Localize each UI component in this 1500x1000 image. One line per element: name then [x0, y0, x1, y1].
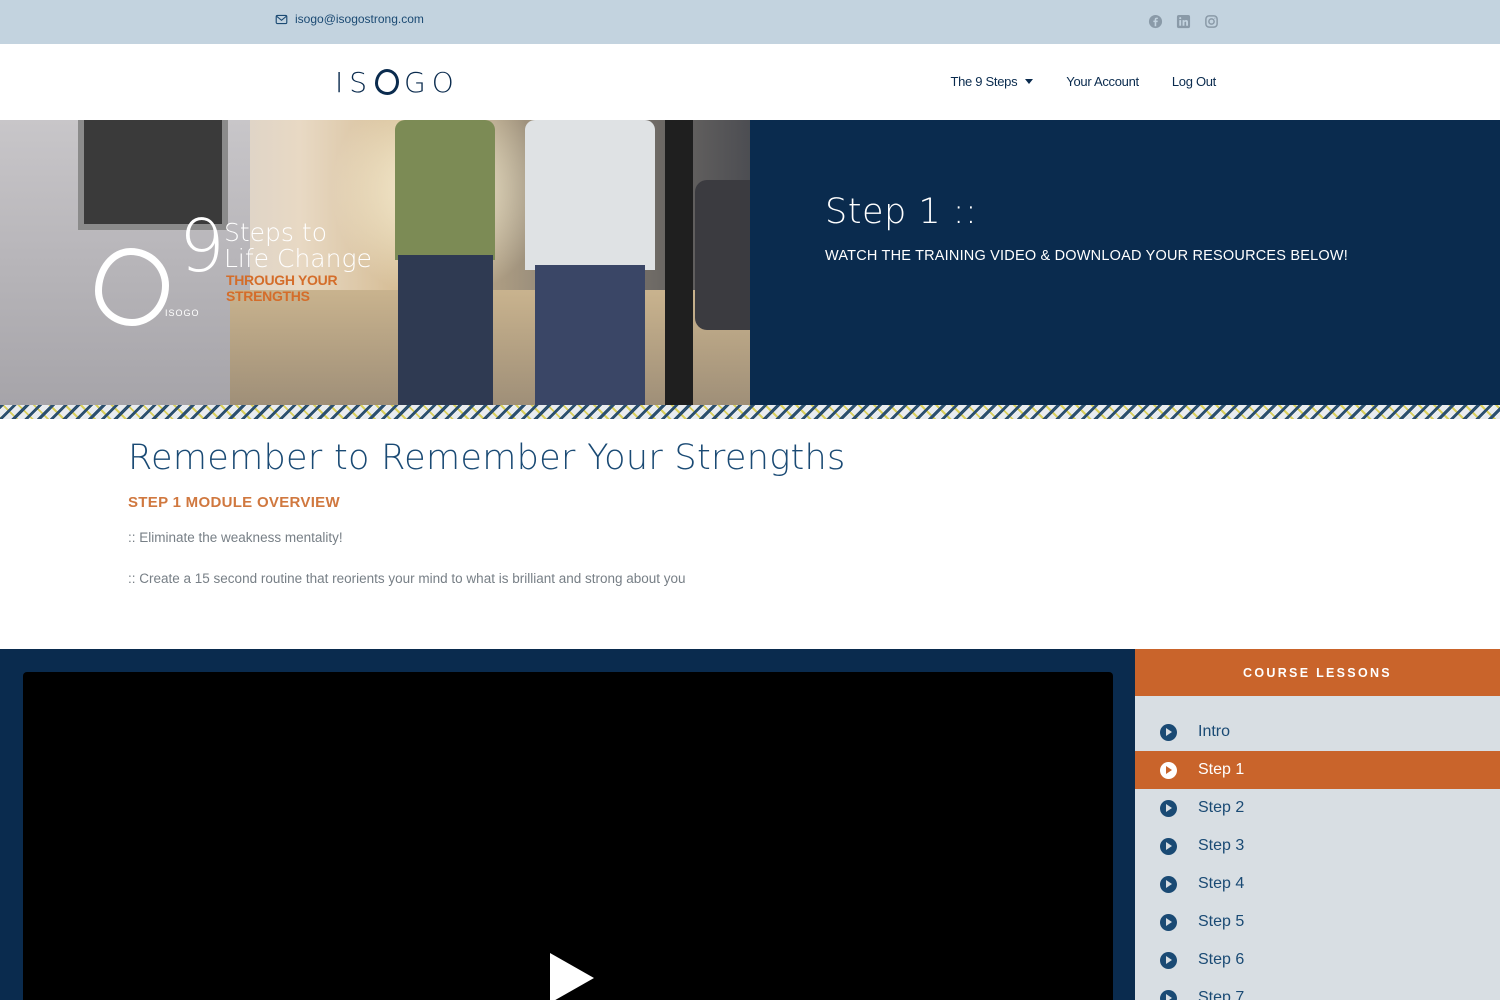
badge-steps-line2: Life Change: [224, 244, 372, 273]
module-subtitle: STEP 1 MODULE OVERVIEW: [128, 494, 340, 511]
lesson-item-step-2[interactable]: Step 2: [1135, 789, 1500, 827]
top-bar: isogo@isogostrong.com: [0, 0, 1500, 44]
lesson-item-step-7[interactable]: Step 7: [1135, 979, 1500, 1000]
lessons-list: Intro Step 1 Step 2 Step 3 Step 4 Step 5…: [1135, 696, 1500, 1000]
facebook-icon[interactable]: [1148, 14, 1163, 29]
lesson-label: Step 5: [1198, 913, 1245, 930]
nine-steps-badge: ISOGO 9 Steps to Life Change THROUGH YOU…: [95, 204, 395, 405]
badge-ring-icon: [95, 248, 169, 326]
nav-label: Your Account: [1066, 74, 1139, 89]
badge-through: THROUGH YOUR STRENGTHS: [226, 272, 338, 304]
photo-lamp-pole: [665, 120, 693, 405]
lesson-label: Step 7: [1198, 989, 1245, 1000]
lesson-item-step-3[interactable]: Step 3: [1135, 827, 1500, 865]
photo-person-woman: [390, 120, 505, 405]
logo-o-ring-icon: [375, 69, 400, 95]
training-video-player[interactable]: [23, 672, 1113, 1000]
lesson-label: Intro: [1198, 723, 1231, 740]
photo-car: [695, 180, 750, 330]
nav-the-9-steps[interactable]: The 9 Steps: [950, 74, 1034, 89]
nav-label: The 9 Steps: [950, 74, 1018, 89]
badge-through-line2: STRENGTHS: [226, 288, 310, 304]
module-title: Remember to Remember Your Strengths: [128, 438, 846, 478]
course-lessons-panel: COURSE LESSONS Intro Step 1 Step 2 Step …: [1135, 649, 1500, 1000]
linkedin-icon[interactable]: [1176, 14, 1191, 29]
badge-steps-line1: Steps to: [224, 218, 327, 247]
lesson-label: Step 1: [1198, 761, 1245, 778]
nav-log-out[interactable]: Log Out: [1172, 74, 1216, 89]
lesson-label: Step 4: [1198, 875, 1245, 892]
main-nav: The 9 Steps Your Account Log Out: [950, 74, 1216, 89]
hero-banner: ISOGO 9 Steps to Life Change THROUGH YOU…: [0, 120, 1500, 405]
photo-person-man: [525, 120, 660, 405]
logo-text-left: IS: [335, 65, 374, 99]
hero-title: Step 1 ::: [825, 192, 978, 232]
lesson-item-step-4[interactable]: Step 4: [1135, 865, 1500, 903]
overview-item: :: Eliminate the weakness mentality!: [128, 530, 343, 545]
social-links: [1148, 14, 1219, 29]
logo-text-right: GO: [404, 65, 460, 99]
play-circle-icon: [1160, 761, 1177, 779]
nav-label: Log Out: [1171, 74, 1216, 89]
play-circle-icon: [1160, 913, 1177, 931]
lesson-item-intro[interactable]: Intro: [1135, 713, 1500, 751]
email-link[interactable]: isogo@isogostrong.com: [275, 12, 424, 26]
play-circle-icon: [1160, 723, 1177, 741]
play-circle-icon: [1160, 875, 1177, 893]
course-lessons-heading: COURSE LESSONS: [1135, 649, 1500, 696]
lesson-item-step-5[interactable]: Step 5: [1135, 903, 1500, 941]
lesson-label: Step 6: [1198, 951, 1245, 968]
caret-down-icon: [1025, 79, 1034, 84]
hero-subtitle: WATCH THE TRAINING VIDEO & DOWNLOAD YOUR…: [825, 248, 1348, 264]
badge-brand: ISOGO: [165, 308, 200, 318]
site-header: IS GO The 9 Steps Your Account Log Out: [0, 44, 1500, 120]
play-circle-icon: [1160, 837, 1177, 855]
lesson-item-step-6[interactable]: Step 6: [1135, 941, 1500, 979]
lesson-label: Step 3: [1198, 837, 1245, 854]
instagram-icon[interactable]: [1204, 14, 1219, 29]
overview-item: :: Create a 15 second routine that reori…: [128, 571, 686, 586]
lesson-label: Step 2: [1198, 799, 1245, 816]
decorative-strip: [0, 405, 1500, 419]
envelope-icon: [275, 14, 288, 24]
isogo-logo[interactable]: IS GO: [335, 65, 460, 99]
badge-through-line1: THROUGH YOUR: [226, 272, 338, 288]
badge-steps: Steps to Life Change: [224, 220, 372, 272]
play-icon[interactable]: [550, 953, 594, 1000]
badge-nine: 9: [179, 204, 225, 288]
play-circle-icon: [1160, 989, 1177, 1000]
play-circle-icon: [1160, 799, 1177, 817]
play-circle-icon: [1160, 951, 1177, 969]
lesson-item-step-1[interactable]: Step 1: [1135, 751, 1500, 789]
nav-your-account[interactable]: Your Account: [1066, 74, 1139, 89]
email-text: isogo@isogostrong.com: [295, 12, 424, 26]
lesson-section: COURSE LESSONS Intro Step 1 Step 2 Step …: [0, 649, 1500, 1000]
hero-photo: ISOGO 9 Steps to Life Change THROUGH YOU…: [0, 120, 750, 405]
